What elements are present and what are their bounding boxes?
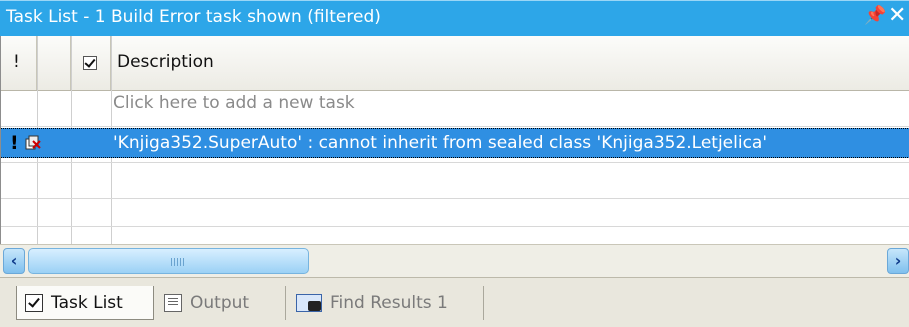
scroll-right-button[interactable]: › [887,248,909,274]
horizontal-scrollbar[interactable]: ‹ › [0,244,909,277]
output-icon [164,294,182,312]
tab-bar: Task List Output Find Results 1 [0,277,909,327]
table-row[interactable]: ! 'Knjiga352.SuperAuto' : cannot inherit… [1,128,909,158]
build-error-icon [25,135,41,150]
close-icon[interactable]: ✕ [888,3,906,28]
title-bar: Task List - 1 Build Error task shown (fi… [0,0,909,36]
grip-icon [171,258,185,266]
row-divider [1,226,909,227]
tab-find-results[interactable]: Find Results 1 [288,286,484,320]
tab-task-list[interactable]: Task List [16,286,154,320]
find-results-icon [296,294,322,312]
row-divider [1,162,909,163]
description-column-header[interactable]: Description [111,36,909,90]
checked-column-header[interactable] [71,36,111,90]
column-header-row: ! Description [1,36,909,91]
task-grid: ! Description Click here to add a new ta… [0,36,909,244]
row-divider [1,126,909,127]
add-new-task-row[interactable]: Click here to add a new task [113,93,355,113]
category-column-header[interactable] [37,36,71,90]
priority-header-label: ! [13,52,20,72]
tab-label: Find Results 1 [330,293,448,313]
pin-icon[interactable]: 📌 [864,5,886,26]
scrollbar-thumb[interactable] [28,248,309,274]
tab-label: Output [190,293,250,313]
row-divider [1,198,909,199]
tab-output[interactable]: Output [156,286,286,320]
priority-icon: ! [10,132,19,154]
task-list-icon [25,293,43,312]
task-description: 'Knjiga352.SuperAuto' : cannot inherit f… [113,133,768,153]
tab-label: Task List [51,292,123,313]
chevron-right-icon: › [894,251,902,270]
window-title: Task List - 1 Build Error task shown (fi… [6,7,381,27]
checkbox-icon[interactable] [83,56,97,70]
description-header-label: Description [117,52,214,72]
scroll-left-button[interactable]: ‹ [3,248,25,274]
priority-column-header[interactable]: ! [1,36,37,90]
chevron-left-icon: ‹ [10,251,18,270]
